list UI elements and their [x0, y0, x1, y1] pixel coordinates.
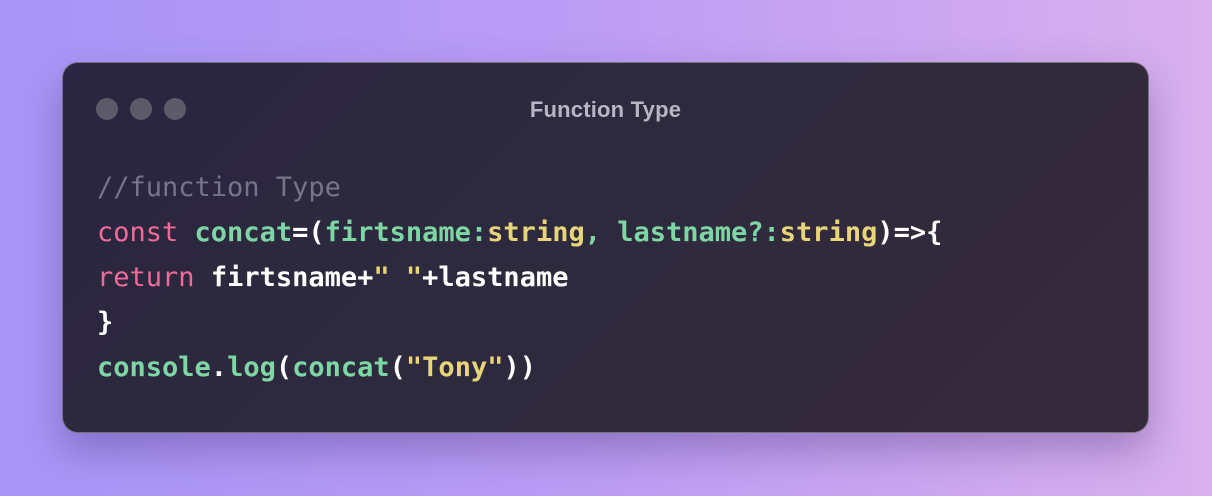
type-string-2: string	[779, 217, 878, 248]
code-line-2: const concat=(firtsname:string, lastname…	[97, 210, 942, 255]
expr-lastname: +lastname	[422, 262, 569, 293]
token-paren-open: (	[275, 352, 293, 383]
code-line-1: //function Type	[97, 165, 942, 210]
window-title: Function Type	[529, 97, 682, 122]
type-string-1: string	[487, 217, 585, 248]
token-paren-open: (	[389, 352, 406, 383]
method-log: log	[227, 352, 276, 383]
code-line-3: return firtsname+" "+lastname	[97, 255, 942, 300]
token-dot: .	[210, 352, 228, 383]
function-name-concat: concat	[194, 217, 293, 248]
token-comma: ,	[584, 217, 618, 248]
expr-firtsname: firtsname+	[210, 262, 374, 293]
window-titlebar: Function Type	[63, 63, 1148, 155]
token-paren-close: ))	[503, 352, 536, 383]
object-console: console	[97, 352, 211, 383]
code-window: Function Type //function Type const conca…	[62, 62, 1149, 433]
string-tony: "Tony"	[405, 352, 504, 383]
code-block: //function Type const concat=(firtsname:s…	[97, 165, 942, 390]
param-lastname: lastname?:	[617, 217, 780, 248]
code-comment: //function Type	[97, 172, 341, 203]
code-line-4: }	[97, 300, 942, 345]
call-concat: concat	[292, 352, 390, 383]
param-firtsname: firtsname:	[324, 217, 488, 248]
code-line-5: console.log(concat("Tony"))	[97, 345, 942, 390]
keyword-return: return	[97, 262, 195, 293]
closing-brace: }	[97, 307, 114, 338]
token-arrow: )=>{	[877, 217, 943, 248]
string-space: " "	[373, 262, 423, 293]
keyword-const: const	[97, 217, 179, 248]
token-operator: =(	[292, 217, 325, 248]
